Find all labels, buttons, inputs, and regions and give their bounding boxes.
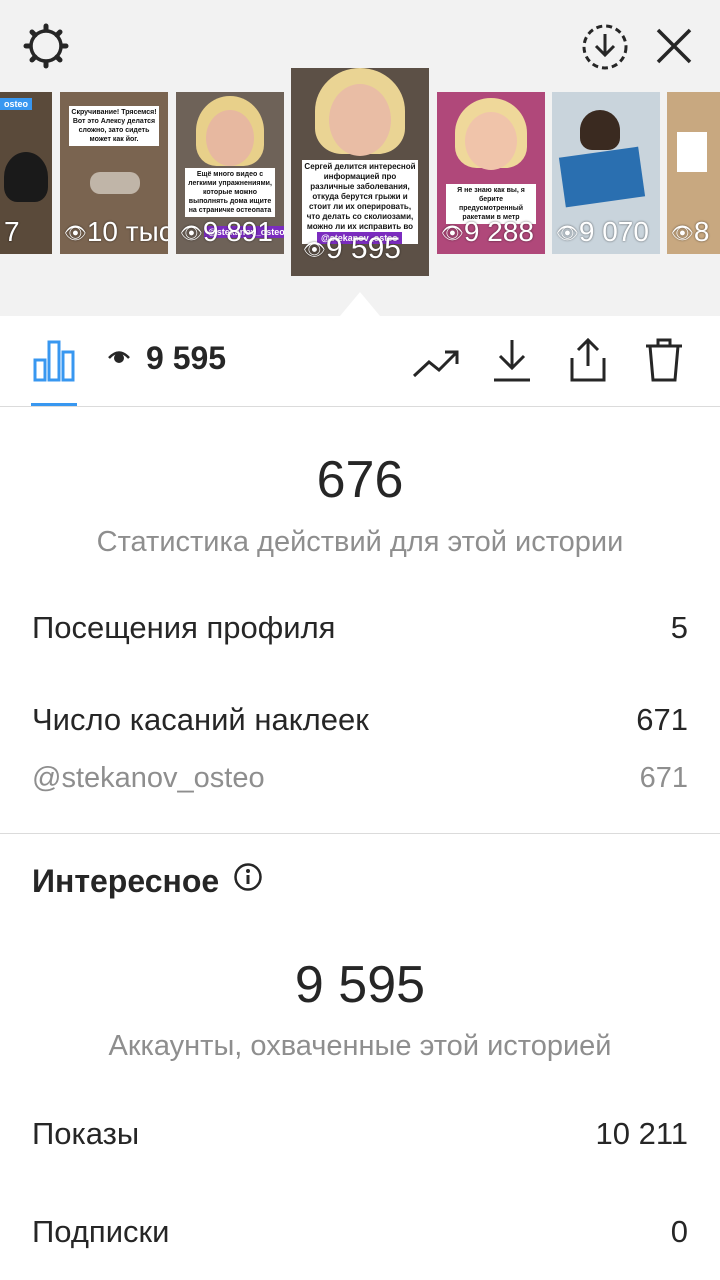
story-tag: osteo <box>0 98 33 110</box>
actions-label: Статистика действий для этой истории <box>96 526 624 558</box>
gear-icon[interactable] <box>20 20 72 72</box>
section-divider <box>0 833 720 834</box>
stat-value: 5 <box>670 610 688 645</box>
mention-label: @stekanov_osteo <box>32 762 265 794</box>
stat-value: 671 <box>636 702 688 737</box>
story-views: 👁9 070 <box>556 216 649 247</box>
story-toolbar: 9 595 <box>0 316 720 407</box>
story-thumbnail[interactable]: Ещё много видео с легкими упражнениями, … <box>176 92 284 254</box>
stat-label: Показы <box>32 1116 140 1151</box>
stat-row-mention[interactable]: @stekanov_osteo 671 <box>32 762 688 795</box>
story-thumbnail[interactable]: 👁8 <box>667 92 720 254</box>
stories-header-area: osteo 7 Скручивание! Трясемся! Вот это А… <box>0 0 720 316</box>
story-thumbnail[interactable]: Я не знаю как вы, я берите предусмотренн… <box>437 92 545 254</box>
story-thumbnail[interactable]: osteo 7 <box>0 92 52 254</box>
close-icon[interactable] <box>650 22 698 70</box>
story-views: 👁9 891 <box>180 216 273 247</box>
discovery-title: Интересное <box>32 862 220 899</box>
share-icon[interactable] <box>564 334 612 386</box>
discovery-section-title: Интересное <box>32 862 263 900</box>
story-caption: Скручивание! Трясемся! Вот это Алексу де… <box>68 106 160 146</box>
download-circle-icon[interactable] <box>578 20 632 74</box>
stat-row-sticker-taps: Число касаний наклеек 671 <box>32 702 688 738</box>
story-views: 👁8 <box>671 216 710 247</box>
eye-icon <box>106 343 132 374</box>
stories-strip: osteo 7 Скручивание! Трясемся! Вот это А… <box>0 68 720 278</box>
stat-row-follows: Подписки 0 <box>32 1214 688 1250</box>
stat-row-impressions: Показы 10 211 <box>32 1116 688 1152</box>
story-thumbnail-selected[interactable]: Сергей делится интересной информацией пр… <box>291 68 429 276</box>
trash-icon[interactable] <box>640 334 688 386</box>
download-icon[interactable] <box>488 334 536 386</box>
story-thumbnail[interactable]: 👁9 070 <box>552 92 660 254</box>
story-views: 👁9 595 <box>303 232 401 265</box>
story-caption: Ещё много видео с легкими упражнениями, … <box>184 168 276 217</box>
stat-value: 0 <box>670 1214 688 1249</box>
bar-chart-icon[interactable] <box>30 336 78 384</box>
story-views: 👁10 тыс <box>64 216 168 247</box>
trend-up-icon[interactable] <box>410 338 462 386</box>
story-views: 7 <box>4 216 20 247</box>
info-icon[interactable] <box>233 862 263 900</box>
stat-label: Подписки <box>32 1214 170 1249</box>
actions-total: 676 <box>316 451 404 509</box>
stat-label: Посещения профиля <box>32 610 336 645</box>
views-count: 9 595 <box>146 340 227 376</box>
reach-total: 9 595 <box>294 956 426 1014</box>
active-tab-indicator <box>31 403 77 406</box>
stat-row-profile-visits: Посещения профиля 5 <box>32 610 688 646</box>
story-thumbnail[interactable]: Скручивание! Трясемся! Вот это Алексу де… <box>60 92 168 254</box>
mention-value: 671 <box>639 762 688 794</box>
stat-value: 10 211 <box>595 1116 688 1151</box>
reach-label: Аккаунты, охваченные этой историей <box>108 1030 612 1062</box>
views-counter: 9 595 <box>106 340 226 377</box>
stat-label: Число касаний наклеек <box>32 702 369 737</box>
selected-story-pointer <box>340 292 380 316</box>
story-views: 👁9 288 <box>441 216 534 247</box>
